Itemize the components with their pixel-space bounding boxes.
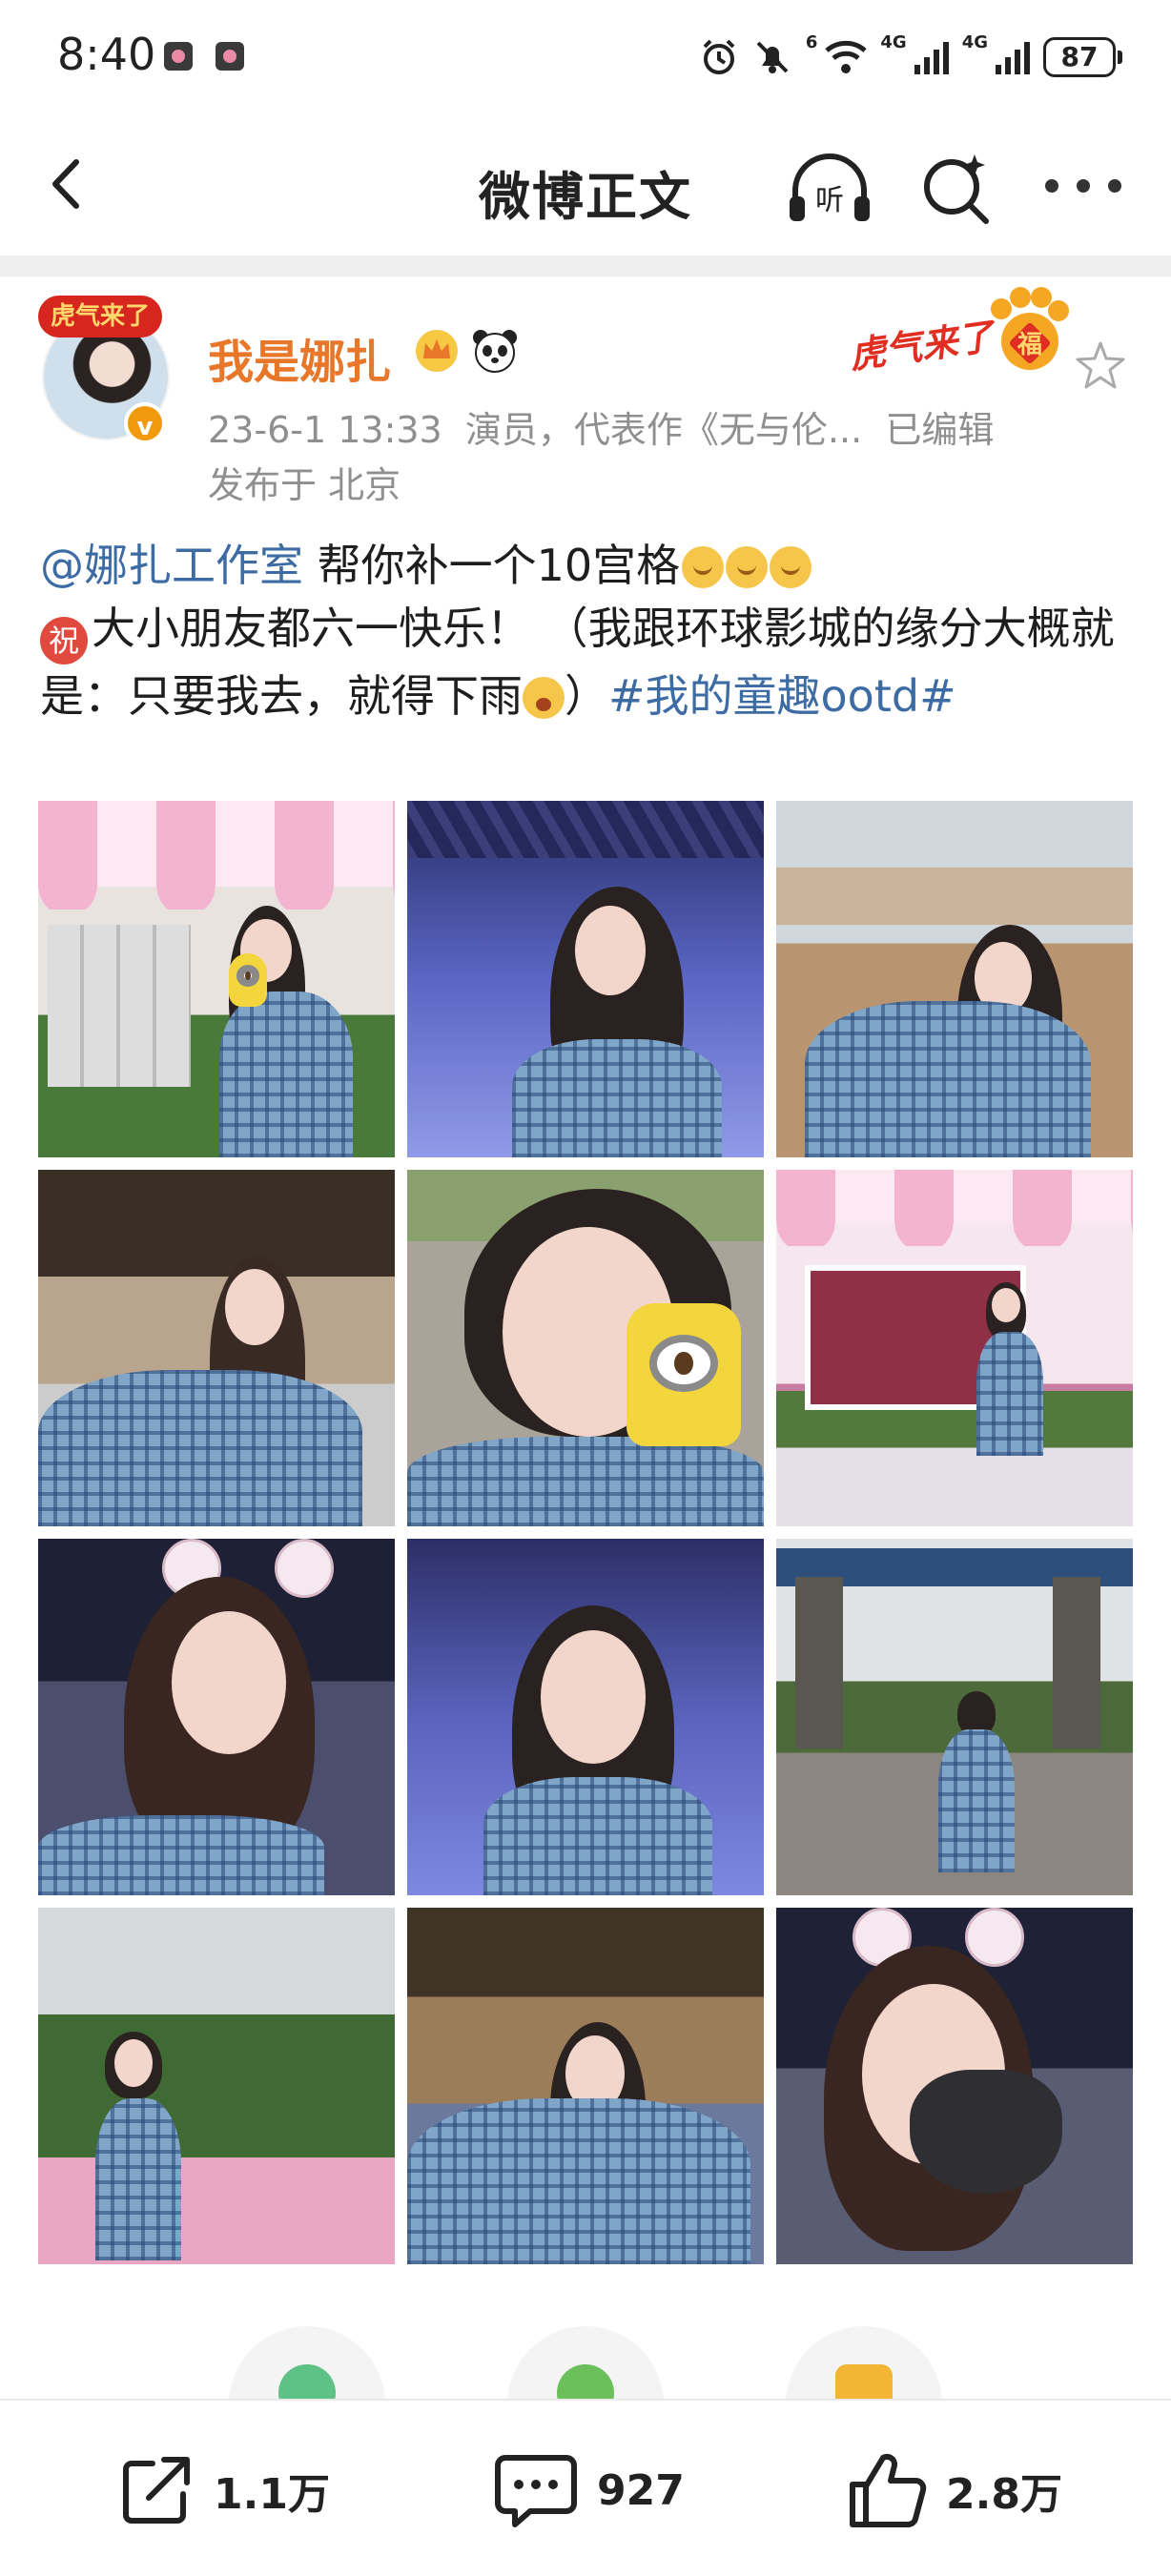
hashtag-link[interactable]: #我的童趣ootd# [608, 670, 956, 722]
wifi-tag: 6 [805, 32, 818, 52]
photo-thumbnail[interactable] [38, 1539, 395, 1895]
post-text-part: 帮你补一个10宫格 [303, 540, 681, 591]
mention-link[interactable]: @娜扎工作室 [40, 540, 303, 591]
photo-grid [38, 801, 1133, 2264]
photo-thumbnail[interactable] [407, 1539, 764, 1895]
author-name[interactable]: 我是娜扎 [208, 324, 391, 391]
author-avatar[interactable]: 虎气来了 v [38, 296, 174, 448]
notification-icon [216, 42, 244, 71]
photo-thumbnail[interactable] [407, 1908, 764, 2264]
panda-icon [473, 330, 517, 373]
battery-icon: 87 [1043, 37, 1122, 77]
network-type: 4G [880, 32, 907, 52]
photo-thumbnail[interactable] [776, 1170, 1133, 1526]
post-text: @娜扎工作室 帮你补一个10宫格 祝大小朋友都六一快乐！ （我跟环球影城的缘分大… [40, 534, 1137, 727]
listen-icon[interactable]: 听 [784, 149, 875, 227]
nav-bar: 微博正文 听 [0, 114, 1171, 257]
edited-label[interactable]: 已编辑 [885, 409, 994, 451]
crown-icon [416, 330, 458, 372]
author-bio: 演员，代表作《无与伦... [464, 409, 863, 451]
like-count: 2.8万 [946, 2470, 1062, 2519]
network-type: 4G [961, 32, 988, 52]
star-icon[interactable] [1072, 337, 1129, 395]
doge-icon [682, 546, 725, 588]
comment-count: 927 [597, 2465, 685, 2515]
post-meta: 23-6-1 13:33 演员，代表作《无与伦... 已编辑 [208, 400, 994, 453]
search-icon[interactable] [915, 149, 996, 229]
signal-icon [914, 40, 949, 74]
doge-icon [726, 546, 769, 588]
status-bar: 8:40 6 4G 4G 87 [0, 0, 1171, 114]
status-time: 8:40 [57, 29, 156, 80]
alarm-icon [703, 39, 735, 74]
photo-thumbnail[interactable] [38, 1170, 395, 1526]
action-bar: 1.1万 927 2.8万 [0, 2399, 1171, 2576]
paw-icon: 福 [991, 287, 1069, 370]
avatar-badge: 虎气来了 [38, 296, 162, 337]
post-time: 23-6-1 13:33 [208, 409, 442, 451]
doge-icon [770, 546, 812, 588]
more-icon[interactable] [1045, 172, 1121, 200]
thumbs-up-icon [850, 2453, 927, 2527]
verified-icon: v [124, 402, 166, 444]
comment-icon [495, 2455, 577, 2527]
photo-thumbnail[interactable] [776, 1908, 1133, 2264]
decoration-badge: 福 [1017, 331, 1042, 359]
photo-thumbnail[interactable] [776, 801, 1133, 1157]
listen-label: 听 [815, 184, 844, 217]
mute-icon [756, 41, 789, 73]
comment-button[interactable]: 927 [492, 2450, 685, 2530]
wifi-icon [825, 40, 868, 73]
like-button[interactable]: 2.8万 [845, 2450, 1062, 2530]
photo-thumbnail[interactable] [38, 1908, 395, 2264]
repost-count: 1.1万 [214, 2470, 330, 2519]
signal-icon [996, 40, 1030, 74]
photo-thumbnail[interactable] [776, 1539, 1133, 1895]
yawn-icon [523, 677, 565, 719]
decoration-text: 虎气来了 [847, 315, 996, 378]
photo-thumbnail[interactable] [407, 1170, 764, 1526]
celebrate-icon: 祝 [40, 617, 88, 664]
tiger-decoration: 虎气来了 福 [847, 286, 1078, 385]
repost-icon [123, 2457, 190, 2524]
repost-button[interactable]: 1.1万 [116, 2450, 330, 2530]
post-text-part: ） [565, 670, 608, 722]
section-divider [0, 256, 1171, 276]
notification-icon [164, 42, 193, 71]
photo-thumbnail[interactable] [38, 801, 395, 1157]
post-location: 发布于 北京 [208, 464, 401, 506]
photo-thumbnail[interactable] [407, 801, 764, 1157]
